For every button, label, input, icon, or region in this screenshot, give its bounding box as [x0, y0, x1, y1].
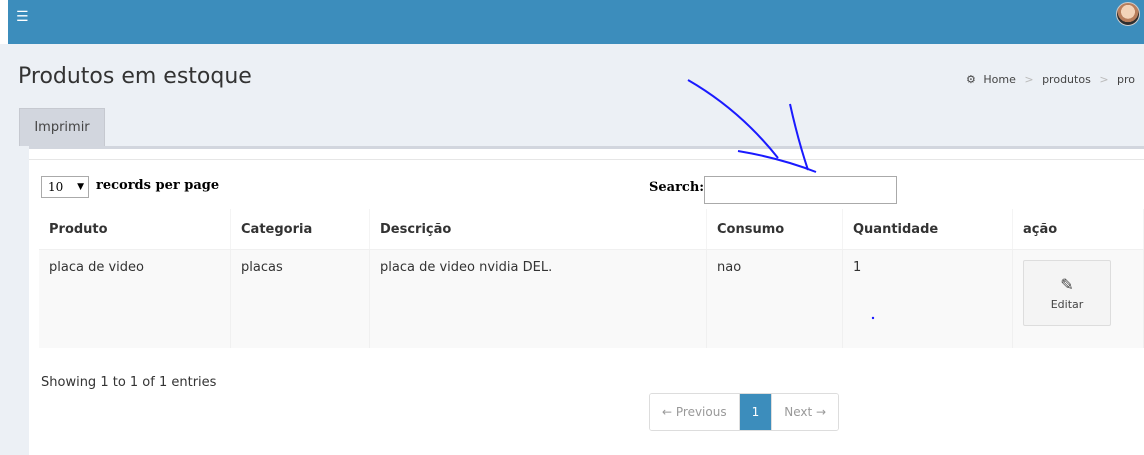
column-header-acao: ação: [1012, 209, 1144, 250]
dropdown-arrow-icon: ▼: [77, 182, 84, 192]
column-header-categoria[interactable]: Categoria: [230, 209, 370, 250]
breadcrumb-produtos[interactable]: produtos: [1042, 73, 1091, 86]
search-label: Search:: [649, 180, 705, 195]
cell-categoria: placas: [230, 249, 370, 348]
products-table: Produto Categoria Descrição Consumo Quan…: [39, 209, 1144, 348]
page-1-button[interactable]: 1: [739, 394, 773, 430]
edit-icon: ✎: [1060, 275, 1074, 294]
hamburger-icon[interactable]: ☰: [16, 10, 29, 24]
table-info: Showing 1 to 1 of 1 entries: [41, 375, 217, 390]
edit-label: Editar: [1050, 298, 1084, 311]
user-avatar[interactable]: [1116, 2, 1140, 26]
edit-button[interactable]: ✎ Editar: [1023, 260, 1111, 326]
table-row: placa de video placas placa de video nvi…: [39, 249, 1144, 348]
previous-page-button[interactable]: ← Previous: [650, 394, 740, 430]
table-header-row: Produto Categoria Descrição Consumo Quan…: [39, 209, 1144, 250]
column-header-descricao[interactable]: Descrição: [369, 209, 707, 250]
top-navbar: ☰: [0, 0, 1144, 44]
breadcrumb-current: pro: [1117, 73, 1136, 86]
box-divider: [29, 159, 1144, 160]
column-header-produto[interactable]: Produto: [39, 209, 231, 250]
column-header-quantidade[interactable]: Quantidade: [842, 209, 1013, 250]
print-button[interactable]: Imprimir: [19, 108, 105, 146]
breadcrumb-separator: >: [1024, 73, 1034, 86]
navbar-left-strip: [0, 0, 8, 44]
breadcrumb-separator: >: [1099, 73, 1109, 86]
column-header-consumo[interactable]: Consumo: [706, 209, 843, 250]
records-per-page-label: records per page: [96, 178, 220, 193]
cell-acao: ✎ Editar: [1012, 249, 1144, 348]
pagination: ← Previous 1 Next →: [649, 393, 840, 431]
cell-consumo: nao: [706, 249, 843, 348]
records-per-page-select[interactable]: 10 ▼: [41, 176, 89, 198]
records-per-page-value: 10: [48, 180, 64, 194]
next-page-button[interactable]: Next →: [772, 394, 839, 430]
page-title: Produtos em estoque: [18, 64, 252, 89]
search-input[interactable]: [704, 176, 897, 204]
cell-quantidade: 1: [842, 249, 1013, 348]
cell-descricao: placa de video nvidia DEL.: [369, 249, 707, 348]
breadcrumb-home[interactable]: Home: [983, 73, 1015, 86]
breadcrumb: ⚙ Home > produtos > pro: [966, 73, 1135, 86]
cell-produto: placa de video: [39, 249, 231, 348]
products-box: 10 ▼ records per page Search: Produto Ca…: [29, 146, 1144, 455]
dashboard-icon: ⚙: [966, 73, 976, 86]
